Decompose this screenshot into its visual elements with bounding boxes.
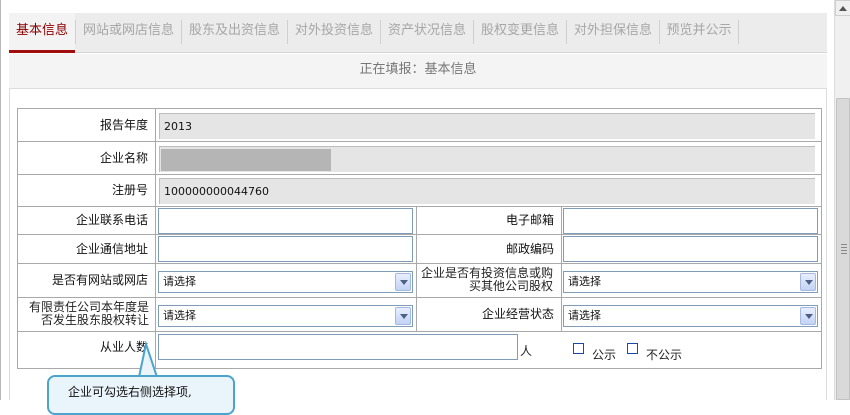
postcode-input[interactable] [563, 236, 818, 262]
cell-divider [155, 298, 156, 331]
private-label: 不公示 [646, 348, 683, 362]
tooltip-text: 企业可勾选右侧选择项, [68, 385, 192, 399]
row-equity-business: 有限责任公司本年度是 否发生股东股权转让 请选择 企业经营状态 请选择 [17, 297, 822, 332]
equity-transfer-select[interactable]: 请选择 [158, 305, 413, 327]
cell-divider [561, 207, 562, 234]
vertical-scrollbar[interactable] [834, 0, 850, 400]
scrollbar-thumb[interactable] [836, 98, 850, 400]
cell-divider [155, 109, 156, 141]
tab-equity-change-info[interactable]: 股权变更信息 [474, 13, 566, 53]
tab-assets-info[interactable]: 资产状况信息 [381, 13, 473, 53]
cell-divider [561, 235, 562, 263]
row-reg-no: 注册号 100000000044760 [17, 174, 822, 207]
postcode-label: 邮政编码 [505, 241, 554, 256]
chevron-down-icon[interactable] [800, 273, 816, 291]
cell-divider [561, 264, 562, 297]
has-website-value: 请选择 [163, 275, 196, 288]
report-year-label: 报告年度 [99, 117, 148, 132]
tab-preview-publish[interactable]: 预览并公示 [660, 13, 738, 53]
grip-icon [841, 244, 847, 254]
tab-guarantee-info[interactable]: 对外担保信息 [567, 13, 659, 53]
address-label: 企业通信地址 [75, 241, 148, 256]
cell-divider [155, 142, 156, 174]
cell-divider [561, 298, 562, 331]
business-status-select[interactable]: 请选择 [563, 305, 818, 327]
has-website-label: 是否有网站或网店 [51, 273, 148, 287]
equity-transfer-label: 有限责任公司本年度是 否发生股东股权转让 [18, 298, 155, 331]
row-address-postcode: 企业通信地址 邮政编码 [17, 234, 822, 264]
company-name-label: 企业名称 [99, 150, 148, 165]
tab-website-info[interactable]: 网站或网店信息 [76, 13, 181, 53]
phone-label: 企业联系电话 [75, 213, 148, 227]
tab-basic-info[interactable]: 基本信息 [9, 13, 75, 53]
tooltip-hint: 企业可勾选右侧选择项, [47, 375, 235, 415]
scroll-up-arrow-icon[interactable] [835, 0, 850, 16]
redacted-company-name [161, 149, 331, 171]
cell-divider [155, 235, 156, 263]
tab-investment-info[interactable]: 对外投资信息 [288, 13, 380, 53]
tab-shareholder-info[interactable]: 股东及出资信息 [182, 13, 287, 53]
equity-transfer-value: 请选择 [163, 309, 196, 322]
reg-no-label: 注册号 [111, 183, 148, 197]
has-investment-label: 企业是否有投资信息或购 买其他公司股权 [417, 264, 561, 297]
row-company-name: 企业名称 [17, 141, 822, 175]
chevron-down-icon[interactable] [395, 273, 411, 291]
cell-divider [155, 207, 156, 234]
has-investment-label-line2: 买其他公司股权 [468, 279, 553, 293]
employees-unit: 人 [520, 344, 533, 358]
has-investment-select[interactable]: 请选择 [563, 271, 818, 293]
filling-status: 正在填报：基本信息 [9, 54, 827, 88]
browser-content: 基本信息 网站或网店信息 股东及出资信息 对外投资信息 资产状况信息 股权变更信… [0, 0, 834, 415]
email-label: 电子邮箱 [505, 213, 554, 227]
private-checkbox[interactable] [627, 343, 638, 354]
reg-no-field: 100000000044760 [159, 178, 815, 204]
business-status-value: 请选择 [568, 309, 601, 322]
row-phone-email: 企业联系电话 电子邮箱 [17, 206, 822, 235]
cell-divider [155, 264, 156, 297]
cell-divider [155, 175, 156, 206]
chevron-down-icon[interactable] [395, 307, 411, 325]
row-report-year: 报告年度 2013 [17, 108, 822, 142]
email-input[interactable] [563, 208, 818, 234]
employees-input[interactable] [158, 334, 518, 360]
public-checkbox[interactable] [573, 343, 584, 354]
tab-divider [738, 20, 739, 44]
public-label: 公示 [592, 348, 617, 362]
equity-transfer-label-line2: 否发生股东股权转让 [40, 313, 149, 327]
tab-bar: 基本信息 网站或网店信息 股东及出资信息 对外投资信息 资产状况信息 股权变更信… [9, 13, 827, 53]
has-website-select[interactable]: 请选择 [158, 271, 413, 293]
report-year-field: 2013 [159, 113, 815, 139]
tooltip-pointer [137, 340, 159, 378]
row-website-investment: 是否有网站或网店 请选择 企业是否有投资信息或购 买其他公司股权 请选择 [17, 263, 822, 298]
company-name-field [159, 146, 815, 172]
business-status-label: 企业经营状态 [481, 307, 554, 321]
chevron-down-icon[interactable] [800, 307, 816, 325]
has-investment-value: 请选择 [568, 275, 601, 288]
address-input[interactable] [158, 236, 413, 262]
phone-input[interactable] [158, 208, 413, 234]
